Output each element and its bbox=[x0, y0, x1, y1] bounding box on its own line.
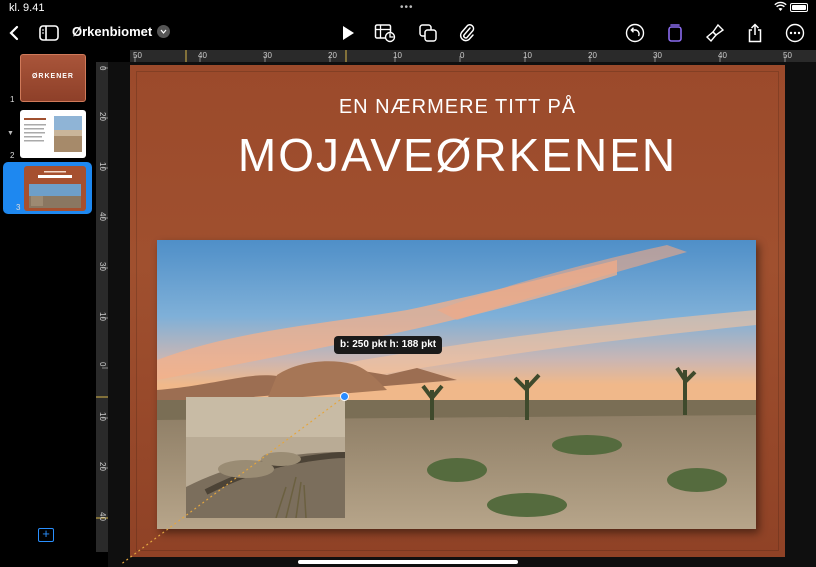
attachment-icon[interactable] bbox=[456, 22, 478, 44]
slide-number: 3 bbox=[16, 203, 21, 212]
table-chart-icon[interactable] bbox=[374, 22, 396, 44]
multitask-dots-icon[interactable]: ••• bbox=[400, 2, 414, 13]
undo-icon[interactable] bbox=[624, 22, 646, 44]
home-indicator[interactable] bbox=[298, 560, 518, 564]
ruler-label: 40 bbox=[718, 51, 727, 60]
ruler-label: 50 bbox=[783, 51, 792, 60]
ruler-label: 10 bbox=[98, 162, 107, 171]
slide-thumbnail-1[interactable]: ØRKENER bbox=[20, 54, 86, 102]
status-bar: kl. 9.41 ••• bbox=[0, 0, 816, 16]
toolbar: Ørkenbiomet bbox=[0, 16, 816, 50]
connection-line bbox=[119, 396, 345, 566]
ruler-label: 10 bbox=[98, 312, 107, 321]
slide-number: 1 bbox=[10, 95, 15, 104]
group-disclosure-icon[interactable]: ▼ bbox=[7, 130, 14, 137]
chevron-down-icon bbox=[157, 25, 171, 38]
ruler-label: 0 bbox=[460, 51, 465, 60]
back-chevron-icon[interactable] bbox=[3, 22, 25, 44]
ruler-label: 40 bbox=[198, 51, 207, 60]
play-icon[interactable] bbox=[337, 22, 359, 44]
size-tooltip: b: 250 pkt h: 188 pkt bbox=[334, 336, 443, 354]
horizontal-ruler[interactable]: 50 40 30 20 10 0 10 20 30 40 50 bbox=[130, 50, 816, 62]
ruler-label: 50 bbox=[133, 51, 142, 60]
shapes-icon[interactable] bbox=[417, 22, 439, 44]
ruler-label: 0 bbox=[98, 66, 107, 71]
slide-thumbnail-3[interactable] bbox=[24, 166, 86, 211]
battery-icon bbox=[790, 3, 808, 12]
more-icon[interactable] bbox=[784, 22, 806, 44]
slide-number: 2 bbox=[10, 151, 15, 160]
ruler-label: 0 bbox=[98, 362, 107, 367]
ruler-label: 20 bbox=[328, 51, 337, 60]
ruler-corner bbox=[96, 50, 130, 62]
slide-subtitle[interactable]: EN NÆRMERE TITT PÅ bbox=[130, 96, 785, 119]
document-title-text: Ørkenbiomet bbox=[72, 24, 153, 39]
add-slide-button[interactable]: + bbox=[38, 527, 54, 542]
wifi-icon bbox=[774, 1, 787, 15]
ruler-label: 10 bbox=[523, 51, 532, 60]
ruler-label: 40 bbox=[98, 212, 107, 221]
status-time: kl. 9.41 bbox=[9, 2, 45, 14]
document-title[interactable]: Ørkenbiomet bbox=[72, 24, 171, 39]
ruler-label: 30 bbox=[263, 51, 272, 60]
brush-icon[interactable] bbox=[704, 22, 726, 44]
format-selected-icon[interactable] bbox=[664, 22, 686, 44]
ruler-label: 10 bbox=[393, 51, 402, 60]
ruler-label: 20 bbox=[98, 112, 107, 121]
sidebar-toggle-icon[interactable] bbox=[38, 22, 60, 44]
resize-handle[interactable] bbox=[340, 392, 349, 401]
share-icon[interactable] bbox=[744, 22, 766, 44]
slide-title[interactable]: MOJAVEØRKENEN bbox=[130, 128, 785, 182]
slide-thumbnail-2[interactable] bbox=[20, 110, 86, 158]
slide-navigator: 1 ØRKENER ▼ 2 3 + bbox=[0, 50, 96, 567]
ruler-label: 30 bbox=[653, 51, 662, 60]
ruler-label: 30 bbox=[98, 262, 107, 271]
slide-thumbnail-text: ØRKENER bbox=[31, 73, 74, 80]
ruler-label: 20 bbox=[588, 51, 597, 60]
